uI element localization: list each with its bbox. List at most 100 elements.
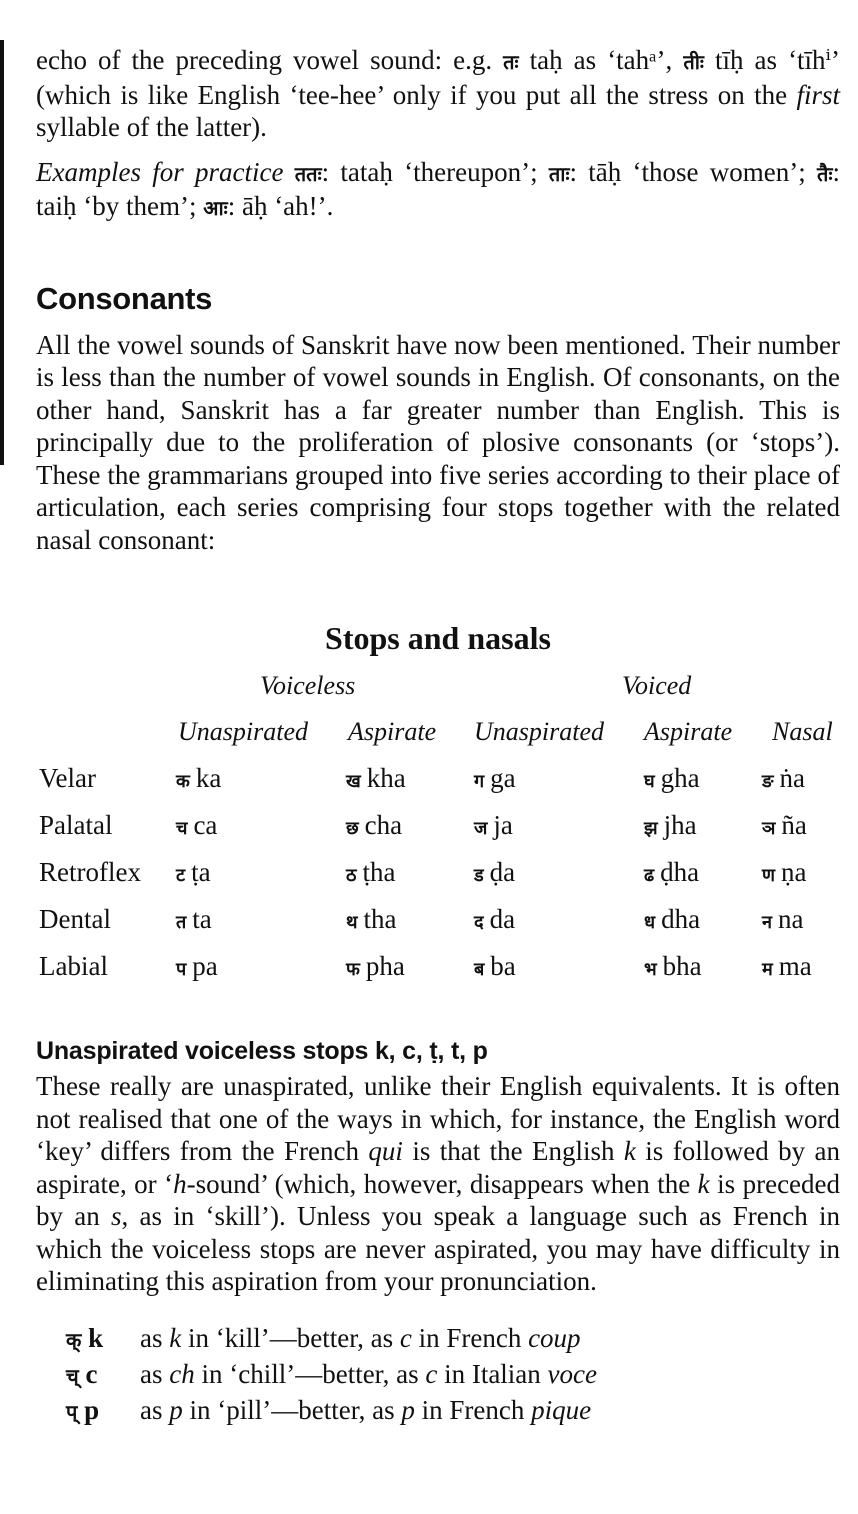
emphasis: qui — [368, 1136, 403, 1166]
consonants-heading: Consonants — [36, 280, 213, 316]
table-cell: ज ja — [474, 810, 513, 841]
table-cell: ठ ṭha — [346, 857, 395, 888]
transliteration: ṅa — [779, 763, 805, 793]
transliteration: ca — [193, 810, 218, 840]
table-cell: प pa — [176, 951, 218, 982]
devanagari-letter: च — [176, 818, 188, 839]
example-text: as ch in ‘chill’—better, as c in Italian… — [140, 1356, 597, 1392]
devanagari-word: ततः — [294, 161, 322, 186]
column-header: Unaspirated — [178, 717, 308, 746]
table-cell: ड ḍa — [474, 857, 515, 888]
transliteration: gha — [660, 763, 700, 793]
table-cell: ब ba — [474, 951, 516, 982]
emphasis: pique — [531, 1394, 592, 1425]
example-letter: च् c — [66, 1356, 97, 1394]
row-label: Labial — [39, 951, 108, 981]
example-text: as p in ‘pill’—better, as p in French pi… — [140, 1392, 591, 1428]
devanagari-letter: ग — [474, 771, 485, 792]
intro-paragraph: echo of the preceding vowel sound: e.g. … — [36, 44, 840, 144]
transliteration: ja — [493, 810, 513, 840]
transliteration: ma — [778, 951, 812, 981]
text: in French — [414, 1394, 532, 1425]
emphasis: coup — [528, 1322, 581, 1353]
devanagari-letter: घ — [644, 771, 655, 792]
devanagari-letter: ब — [474, 959, 485, 980]
table-cell: घ gha — [644, 763, 700, 794]
table-cell: छ cha — [346, 810, 402, 841]
devanagari-word: आः — [203, 196, 228, 220]
row-label: Dental — [39, 904, 111, 934]
devanagari-letter: ञ — [762, 818, 776, 839]
transliteration: kha — [366, 763, 406, 793]
table-cell: ङ ṅa — [762, 763, 805, 794]
page-edge-bar — [0, 40, 4, 465]
table-cell: भ bha — [644, 951, 702, 982]
column-header: Aspirate — [348, 717, 437, 746]
example-row: च् c as ch in ‘chill’—better, as c in It… — [36, 1356, 840, 1392]
emphasis: p — [401, 1394, 415, 1425]
group-header-voiced: Voiced — [622, 671, 692, 700]
transliteration: ṇa — [781, 857, 807, 887]
table-cell: न na — [762, 904, 803, 935]
transliteration: ka — [195, 763, 222, 793]
transliteration: ṭha — [362, 857, 396, 887]
transliteration: ña — [781, 810, 807, 840]
text: in French — [411, 1322, 529, 1353]
page-column: echo of the preceding vowel sound: e.g. … — [36, 44, 840, 1428]
roman-letter: c — [85, 1358, 98, 1389]
examples-paragraph: Examples for practice ततः: tataḥ ‘thereu… — [36, 156, 840, 225]
transliteration: ḍha — [660, 857, 700, 887]
table-cell: क ka — [176, 763, 221, 794]
transliteration: na — [778, 904, 804, 934]
text: in Italian — [437, 1358, 548, 1389]
intro-text: taḥ as ‘tahᵃ’, — [518, 45, 684, 75]
text: as — [140, 1394, 170, 1425]
intro-text: syllable of the latter). — [36, 112, 267, 142]
devanagari-letter: ठ — [346, 865, 357, 886]
emphasis: c — [425, 1358, 438, 1389]
devanagari-letter: फ — [346, 959, 360, 980]
transliteration: jha — [663, 810, 697, 840]
devanagari-letter: ख — [346, 771, 361, 792]
table-cell: ट ṭa — [176, 857, 211, 888]
roman-letter: k — [88, 1322, 104, 1353]
transliteration: ṭa — [191, 857, 211, 887]
devanagari-letter: न — [762, 912, 772, 933]
transliteration: bha — [662, 951, 702, 981]
example-text: : tāḥ ‘those women’; — [569, 156, 818, 187]
table-cell: थ tha — [346, 904, 397, 935]
devanagari-letter: ड — [474, 865, 484, 886]
text: as — [140, 1358, 170, 1389]
devanagari-letter: ज — [474, 818, 488, 839]
text: in ‘pill’—better, as — [182, 1394, 402, 1425]
consonants-paragraph: All the vowel sounds of Sanskrit have no… — [36, 329, 840, 555]
table-title: Stops and nasals — [325, 620, 551, 656]
table-cell: ग ga — [474, 763, 516, 794]
transliteration: ta — [192, 904, 212, 934]
body-text: -sound’ (which, however, disappears when… — [186, 1168, 698, 1199]
example-row: क् k as k in ‘kill’—better, as c in Fren… — [36, 1320, 840, 1356]
emphasis: p — [169, 1394, 183, 1425]
table-cell: म ma — [762, 951, 812, 982]
devanagari-letter: च् — [66, 1363, 79, 1388]
section-heading: Unaspirated voiceless stops k, c, ṭ, t, … — [36, 1037, 488, 1065]
transliteration: ba — [490, 951, 516, 981]
column-header: Unaspirated — [474, 717, 604, 746]
table-cell: ध dha — [644, 904, 700, 935]
example-row: प् p as p in ‘pill’—better, as p in Fren… — [36, 1392, 840, 1428]
emphasis: c — [399, 1322, 412, 1353]
row-label: Palatal — [39, 810, 113, 840]
example-text: : tataḥ ‘thereupon’; — [321, 156, 549, 187]
devanagari-letter: थ — [346, 912, 358, 933]
table-cell: ख kha — [346, 763, 406, 794]
devanagari-letter: क् — [66, 1327, 82, 1352]
unaspirated-section: Unaspirated voiceless stops k, c, ṭ, t, … — [36, 1037, 840, 1428]
transliteration: pha — [365, 951, 405, 981]
devanagari-letter: ङ — [762, 771, 774, 792]
stops-paragraph: These really are unaspirated, unlike the… — [36, 1070, 840, 1298]
examples-label: Examples for practice — [36, 156, 284, 187]
transliteration: da — [489, 904, 516, 934]
devanagari-word: तः — [503, 50, 519, 74]
emphasis: k — [697, 1168, 710, 1199]
devanagari-letter: ढ — [644, 865, 655, 886]
